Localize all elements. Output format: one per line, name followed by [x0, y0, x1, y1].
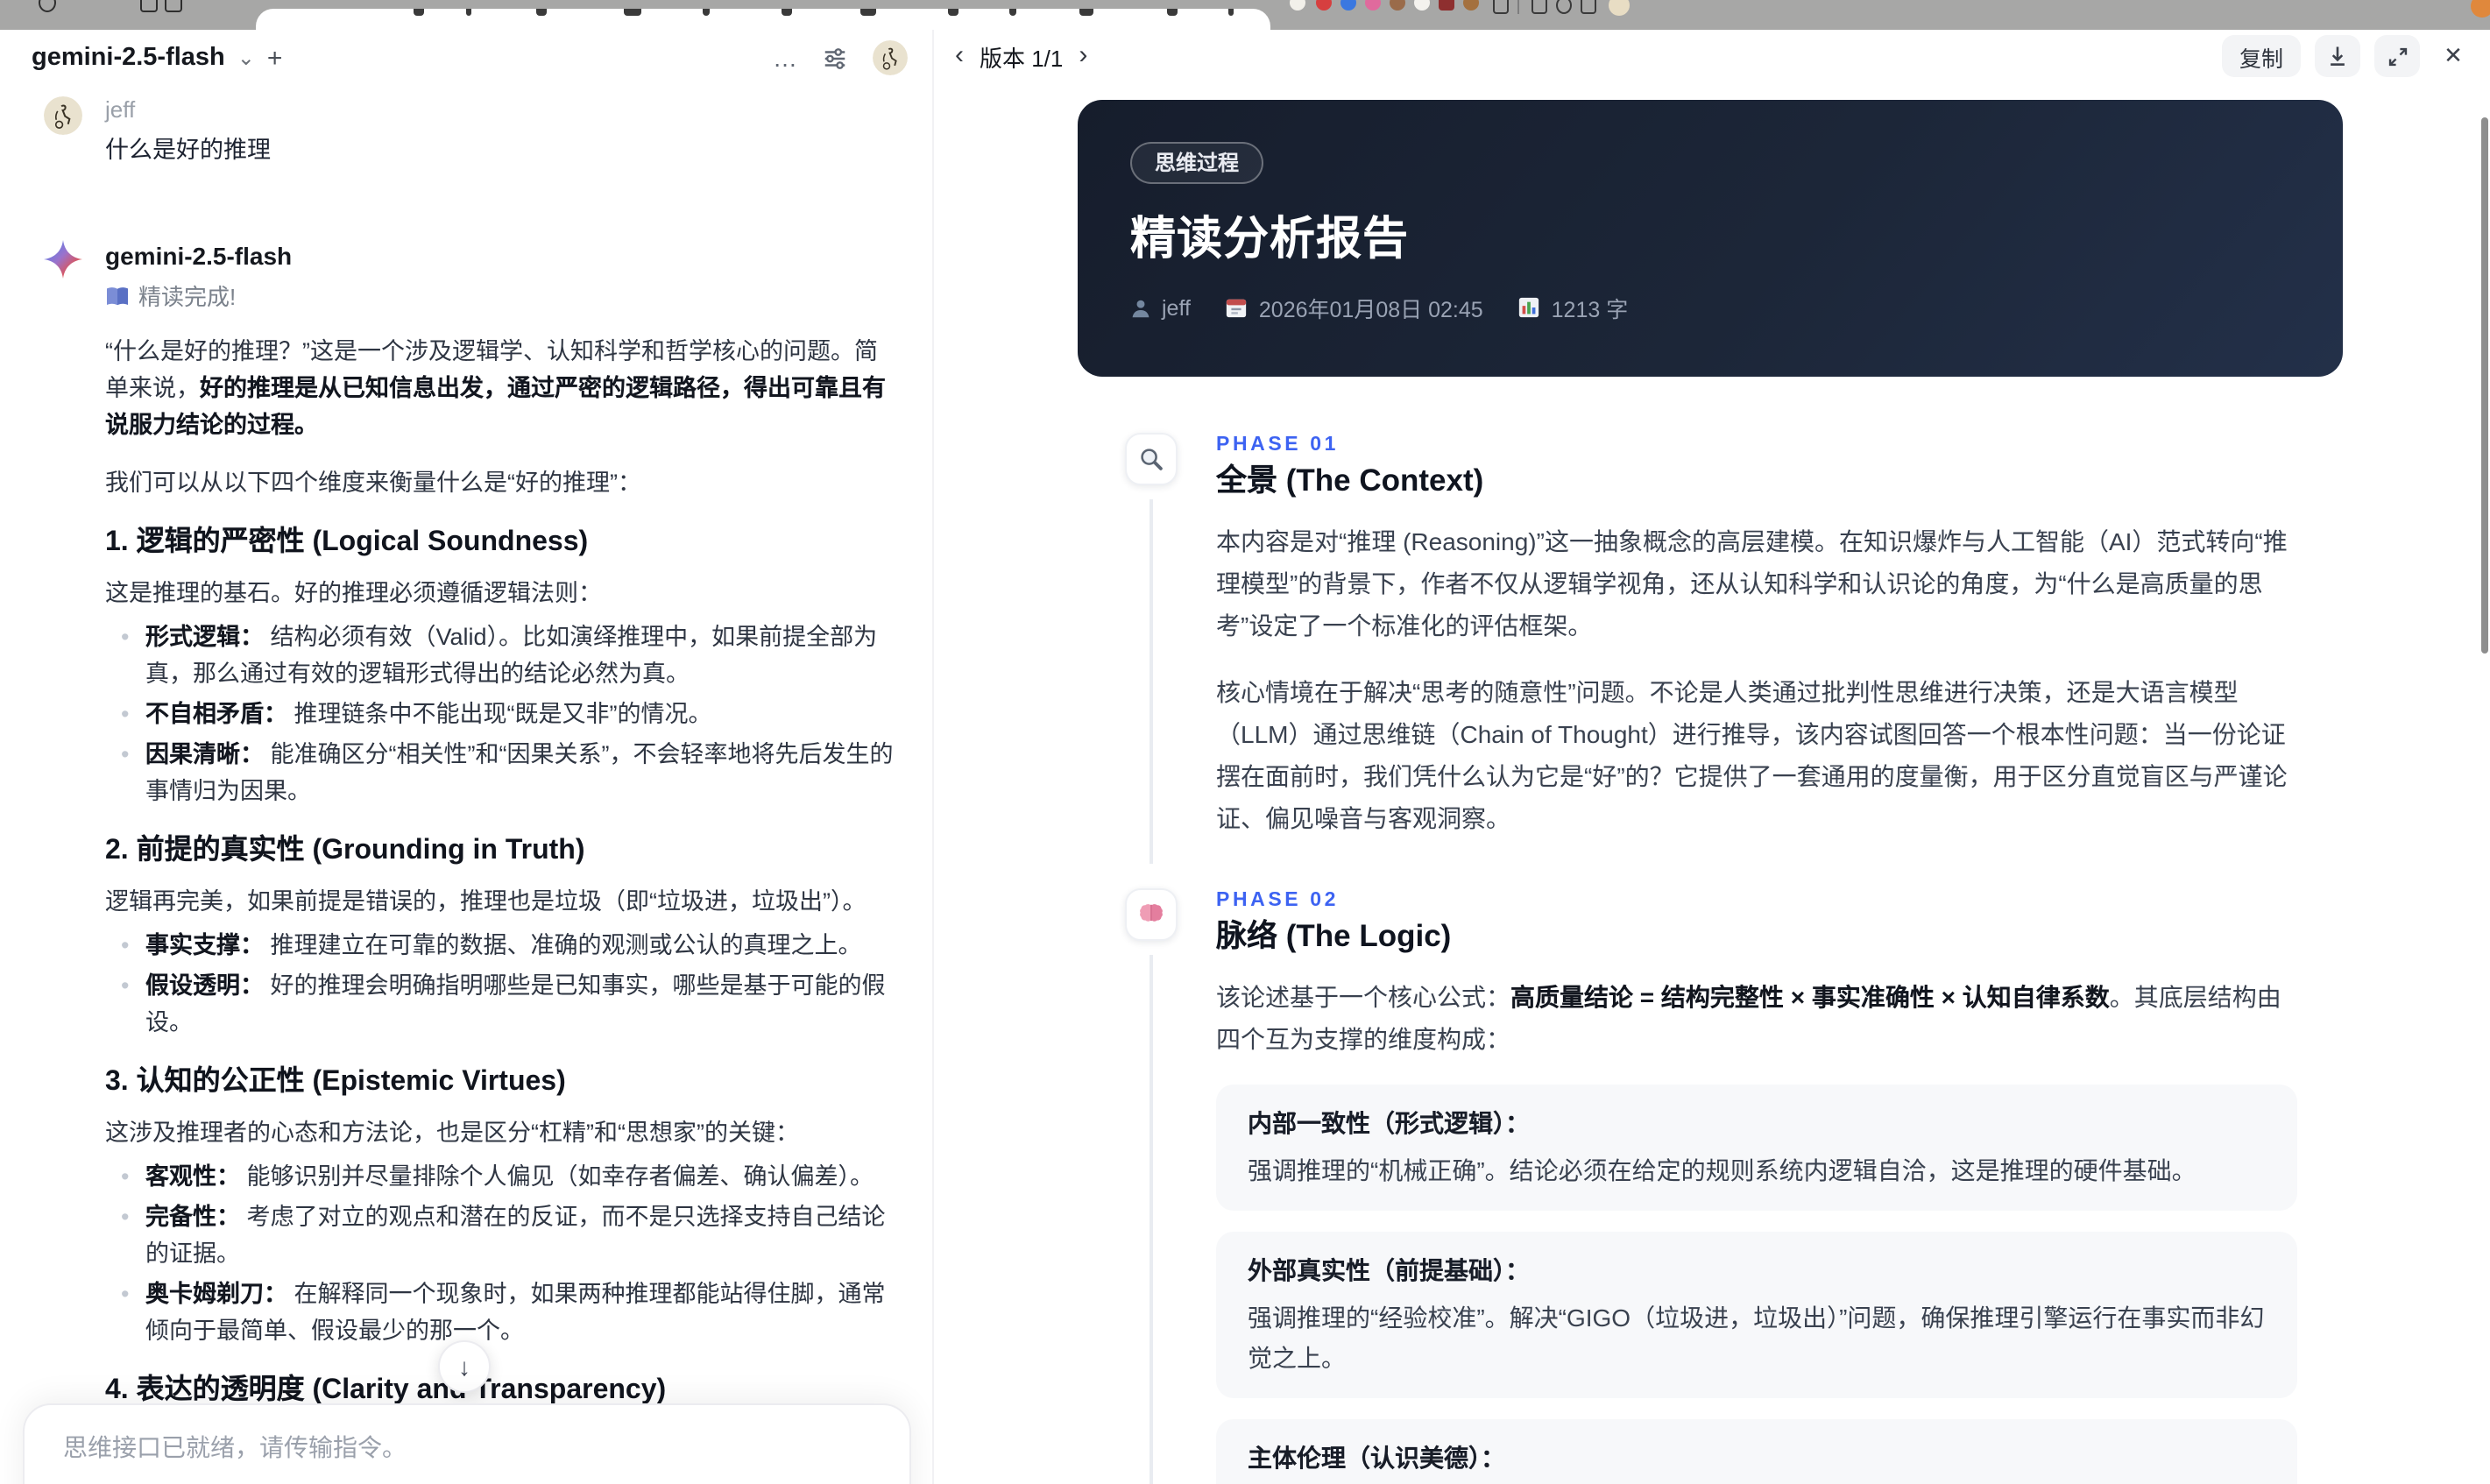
person-icon [1132, 299, 1150, 317]
dimension-card: 外部真实性（前提基础）： 强调推理的“经验校准”。解决“GIGO（垃圾进，垃圾出… [1216, 1232, 2297, 1398]
word-count-meta: 1213 字 [1518, 291, 1628, 324]
dimension-card: 内部一致性（形式逻辑）： 强调推理的“机械正确”。结论必须在给定的规则系统内逻辑… [1216, 1085, 2297, 1211]
list-item: 事实支撑： 推理建立在可靠的数据、准确的观测或公认的真理之上。 [105, 927, 894, 964]
browser-toolbar-icon[interactable] [1531, 0, 1547, 14]
chat-header: gemini-2.5-flash ⌄ + … [0, 30, 932, 82]
version-label: 版本 1/1 [980, 45, 1064, 71]
browser-extension-icon[interactable] [1439, 0, 1454, 11]
assistant-paragraph: “什么是好的推理？”这是一个涉及逻辑学、认知科学和哲学核心的问题。简单来说，好的… [105, 338, 886, 438]
user-message: jeff 什么是好的推理 [44, 96, 894, 166]
app-window: gemini-2.5-flash ⌄ + … jeff 什么是好的推理 gemi… [0, 30, 2490, 1484]
report-toolbar: ‹ 版本 1/1 › 复制 ✕ [934, 30, 2490, 82]
book-icon [107, 286, 128, 305]
browser-extension-icon[interactable] [1290, 0, 1305, 11]
list-item: 奥卡姆剃刀： 在解释同一个现象时，如果两种推理都能站得住脚，通常倾向于最简单、假… [105, 1276, 894, 1349]
browser-toolbar-icon[interactable] [1556, 0, 1572, 14]
more-options-icon[interactable]: … [773, 44, 797, 72]
browser-toolbar-icon[interactable] [1581, 0, 1596, 14]
copy-button[interactable]: 复制 [2221, 35, 2301, 77]
report-meta: jeff 2026年01月08日 02:45 1213 字 [1130, 291, 2290, 324]
window-scrollbar-thumb[interactable] [2481, 117, 2488, 654]
brain-icon [1125, 888, 1178, 941]
browser-chrome [0, 0, 2490, 30]
section-heading: 2. 前提的真实性 (Grounding in Truth) [105, 836, 585, 866]
list-item: 形式逻辑： 结构必须有效（Valid）。比如演绎推理中，如果前提全部为真，那么通… [105, 618, 894, 692]
magnifier-icon [1125, 433, 1178, 485]
report-title: 精读分析报告 [1130, 212, 1410, 265]
dimension-card: 主体伦理（认识美德）： 转向推理者的心理特征。引入奥卡姆剃刀和反向论证，旨在克服… [1216, 1419, 2297, 1484]
section-heading: 3. 认知的公正性 (Epistemic Virtues) [105, 1067, 566, 1097]
arrow-down-icon: ↓ [458, 1353, 470, 1381]
browser-extension-icon[interactable] [1390, 0, 1405, 11]
browser-toolbar-icon[interactable] [1493, 0, 1509, 14]
model-selector[interactable]: gemini-2.5-flash [32, 44, 225, 72]
browser-extension-icon[interactable] [1365, 0, 1381, 11]
list-item: 不自相矛盾： 推理链条中不能出现“既是又非”的情况。 [105, 696, 894, 732]
bullet-list: 客观性： 能够识别并尽量排除个人偏见（如幸存者偏差、确认偏差）。 完备性： 考虑… [105, 1158, 894, 1349]
report-scroll-area[interactable]: 思维过程 精读分析报告 jeff 2026年01月08日 02:45 1213 … [934, 82, 2490, 1484]
bar-chart-icon [1519, 297, 1539, 318]
browser-extension-icon[interactable] [1463, 0, 1479, 11]
message-text: 什么是好的推理 [105, 137, 271, 163]
new-chat-button[interactable]: + [267, 43, 283, 73]
phase-section: PHASE 02 脉络 (The Logic) 该论述基于一个核心公式：高质量结… [1125, 888, 2490, 1484]
phase-paragraph: 核心情境在于解决“思考的随意性”问题。不论是人类通过批判性思维进行决策，还是大语… [1216, 678, 2288, 832]
phase-label: PHASE 01 [1216, 435, 1340, 456]
calendar-icon [1227, 299, 1248, 318]
message-input[interactable] [25, 1405, 834, 1484]
author-meta: jeff [1130, 295, 1191, 320]
user-avatar [44, 96, 82, 135]
scroll-to-bottom-button[interactable]: ↓ [438, 1340, 491, 1393]
download-button[interactable] [2315, 35, 2360, 77]
browser-tabs-icon[interactable] [140, 0, 158, 12]
chevron-down-icon[interactable]: ⌄ [237, 46, 255, 70]
browser-extension-icon[interactable] [1414, 0, 1430, 11]
settings-sliders-icon[interactable] [822, 45, 848, 71]
bullet-list: 形式逻辑： 结构必须有效（Valid）。比如演绎推理中，如果前提全部为真，那么通… [105, 618, 894, 809]
assistant-paragraph: 我们可以从以下四个维度来衡量什么是“好的推理”： [105, 470, 641, 496]
phase-title: 全景 (The Context) [1216, 463, 1484, 498]
phase-section: PHASE 01 全景 (The Context) 本内容是对“推理 (Reas… [1125, 433, 2490, 864]
assistant-status: 精读完成! [105, 279, 894, 312]
bullet-list: 事实支撑： 推理建立在可靠的数据、准确的观测或公认的真理之上。 假设透明： 好的… [105, 927, 894, 1041]
message-composer: + [23, 1403, 911, 1484]
expand-button[interactable] [2374, 35, 2420, 77]
timeline-connector [1150, 499, 1153, 864]
chat-scroll-area[interactable]: jeff 什么是好的推理 gemini-2.5-flash 精读完成! “什么是… [0, 82, 932, 1484]
version-prev-icon[interactable]: ‹ [955, 42, 964, 68]
browser-profile-avatar[interactable] [1609, 0, 1630, 16]
close-panel-button[interactable]: ✕ [2434, 35, 2472, 77]
browser-extension-icon[interactable] [1340, 0, 1356, 11]
assistant-message: gemini-2.5-flash 精读完成! “什么是好的推理？”这是一个涉及逻… [44, 240, 894, 1484]
timeline-connector [1150, 955, 1153, 1484]
message-author: jeff [105, 96, 136, 123]
list-item: 因果清晰： 能准确区分“相关性”和“因果关系”，不会轻率地将先后发生的事情归为因… [105, 736, 894, 809]
report-badge: 思维过程 [1130, 142, 1264, 184]
section-heading: 1. 逻辑的严密性 (Logical Soundness) [105, 527, 589, 557]
date-meta: 2026年01月08日 02:45 [1226, 291, 1483, 324]
phase-paragraph: 本内容是对“推理 (Reasoning)”这一抽象概念的高层建模。在知识爆炸与人… [1216, 527, 2288, 640]
report-panel: ‹ 版本 1/1 › 复制 ✕ 思维过程 精读分析报告 jeff 2026年01… [934, 30, 2490, 1484]
gemini-star-icon [44, 240, 82, 279]
browser-extension-icon[interactable] [1316, 0, 1332, 11]
report-hero-card: 思维过程 精读分析报告 jeff 2026年01月08日 02:45 1213 … [1078, 100, 2343, 377]
phase-paragraph: 该论述基于一个核心公式：高质量结论 = 结构完整性 × 事实准确性 × 认知自律… [1216, 983, 2281, 1053]
browser-extension-icon[interactable] [2471, 0, 2490, 18]
browser-tabs-icon[interactable] [165, 0, 182, 12]
browser-tab[interactable] [256, 9, 1270, 30]
screen: gemini-2.5-flash ⌄ + … jeff 什么是好的推理 gemi… [0, 0, 2490, 1484]
assistant-name: gemini-2.5-flash [105, 242, 293, 270]
phase-label: PHASE 02 [1216, 890, 1340, 911]
chat-panel: gemini-2.5-flash ⌄ + … jeff 什么是好的推理 gemi… [0, 30, 932, 1484]
version-next-icon[interactable]: › [1079, 42, 1087, 68]
list-item: 假设透明： 好的推理会明确指明哪些是已知事实，哪些是基于可能的假设。 [105, 967, 894, 1041]
user-avatar[interactable] [873, 40, 908, 75]
list-item: 完备性： 考虑了对立的观点和潜在的反证，而不是只选择支持自己结论的证据。 [105, 1198, 894, 1272]
list-item: 客观性： 能够识别并尽量排除个人偏见（如幸存者偏差、确认偏差）。 [105, 1158, 894, 1195]
browser-nav-icon[interactable] [39, 0, 56, 12]
phase-title: 脉络 (The Logic) [1216, 918, 1452, 953]
